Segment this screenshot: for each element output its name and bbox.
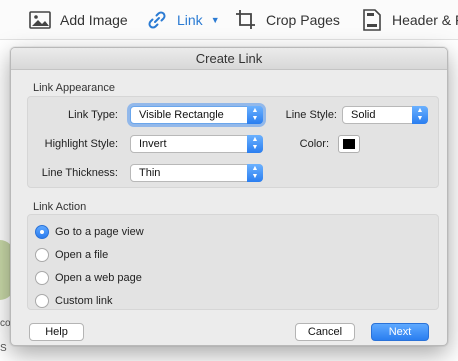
radio-label: Open a web page [55, 272, 142, 284]
highlight-style-select[interactable]: Invert ▲ ▼ [130, 135, 263, 153]
radio-custom-link[interactable]: Custom link [35, 293, 112, 309]
highlight-style-label: Highlight Style: [44, 138, 118, 150]
help-button[interactable]: Help [29, 323, 84, 341]
color-label: Color: [299, 138, 329, 150]
line-thickness-value: Thin [139, 167, 161, 179]
link-type-value: Visible Rectangle [139, 109, 224, 121]
document-icon [360, 8, 384, 32]
background-text: co [0, 318, 11, 329]
radio-button[interactable] [35, 248, 49, 262]
crop-pages-button[interactable]: Crop Pages [234, 0, 340, 40]
link-type-select[interactable]: Visible Rectangle ▲ ▼ [130, 106, 263, 124]
chevron-down-icon[interactable]: ▼ [211, 15, 220, 25]
line-style-value: Solid [351, 109, 376, 121]
stepper-icon: ▲ ▼ [247, 135, 263, 153]
line-style-select[interactable]: Solid ▲ ▼ [342, 106, 428, 124]
radio-open-file[interactable]: Open a file [35, 247, 108, 263]
crop-pages-label: Crop Pages [266, 12, 340, 28]
background-text: S [0, 343, 7, 354]
radio-label: Open a file [55, 249, 109, 261]
radio-open-web-page[interactable]: Open a web page [35, 270, 142, 286]
stepper-icon: ▲ ▼ [247, 106, 263, 124]
color-swatch [343, 139, 355, 149]
line-thickness-select[interactable]: Thin ▲ ▼ [130, 164, 263, 182]
crop-icon [234, 8, 258, 32]
radio-button[interactable] [35, 294, 49, 308]
link-action-section-label: Link Action [33, 201, 87, 213]
radio-label: Custom link [55, 295, 113, 307]
radio-go-to-page-view[interactable]: Go to a page view [35, 224, 144, 240]
toolbar: Add Image Link ▼ Crop Pages Header & [0, 0, 458, 40]
header-footer-label: Header & Fo [392, 12, 458, 28]
color-well[interactable] [338, 135, 360, 153]
line-thickness-label: Line Thickness: [41, 167, 118, 179]
stepper-icon: ▲ ▼ [412, 106, 428, 124]
radio-button[interactable] [35, 225, 49, 239]
image-icon [28, 8, 52, 32]
link-button[interactable]: Link ▼ [145, 0, 220, 40]
add-image-button[interactable]: Add Image [28, 0, 128, 40]
link-type-label: Link Type: [68, 109, 118, 121]
next-button[interactable]: Next [371, 323, 429, 341]
link-appearance-section-label: Link Appearance [33, 82, 115, 94]
line-style-label: Line Style: [285, 109, 337, 121]
create-link-dialog: Create Link Link Appearance Link Type: V… [10, 47, 448, 346]
dialog-title: Create Link [11, 48, 447, 70]
highlight-style-value: Invert [139, 138, 167, 150]
link-label: Link [177, 12, 203, 28]
link-icon [145, 8, 169, 32]
radio-label: Go to a page view [55, 226, 144, 238]
header-footer-button[interactable]: Header & Fo [360, 0, 458, 40]
add-image-label: Add Image [60, 12, 128, 28]
cancel-button[interactable]: Cancel [295, 323, 355, 341]
radio-button[interactable] [35, 271, 49, 285]
stepper-icon: ▲ ▼ [247, 164, 263, 182]
